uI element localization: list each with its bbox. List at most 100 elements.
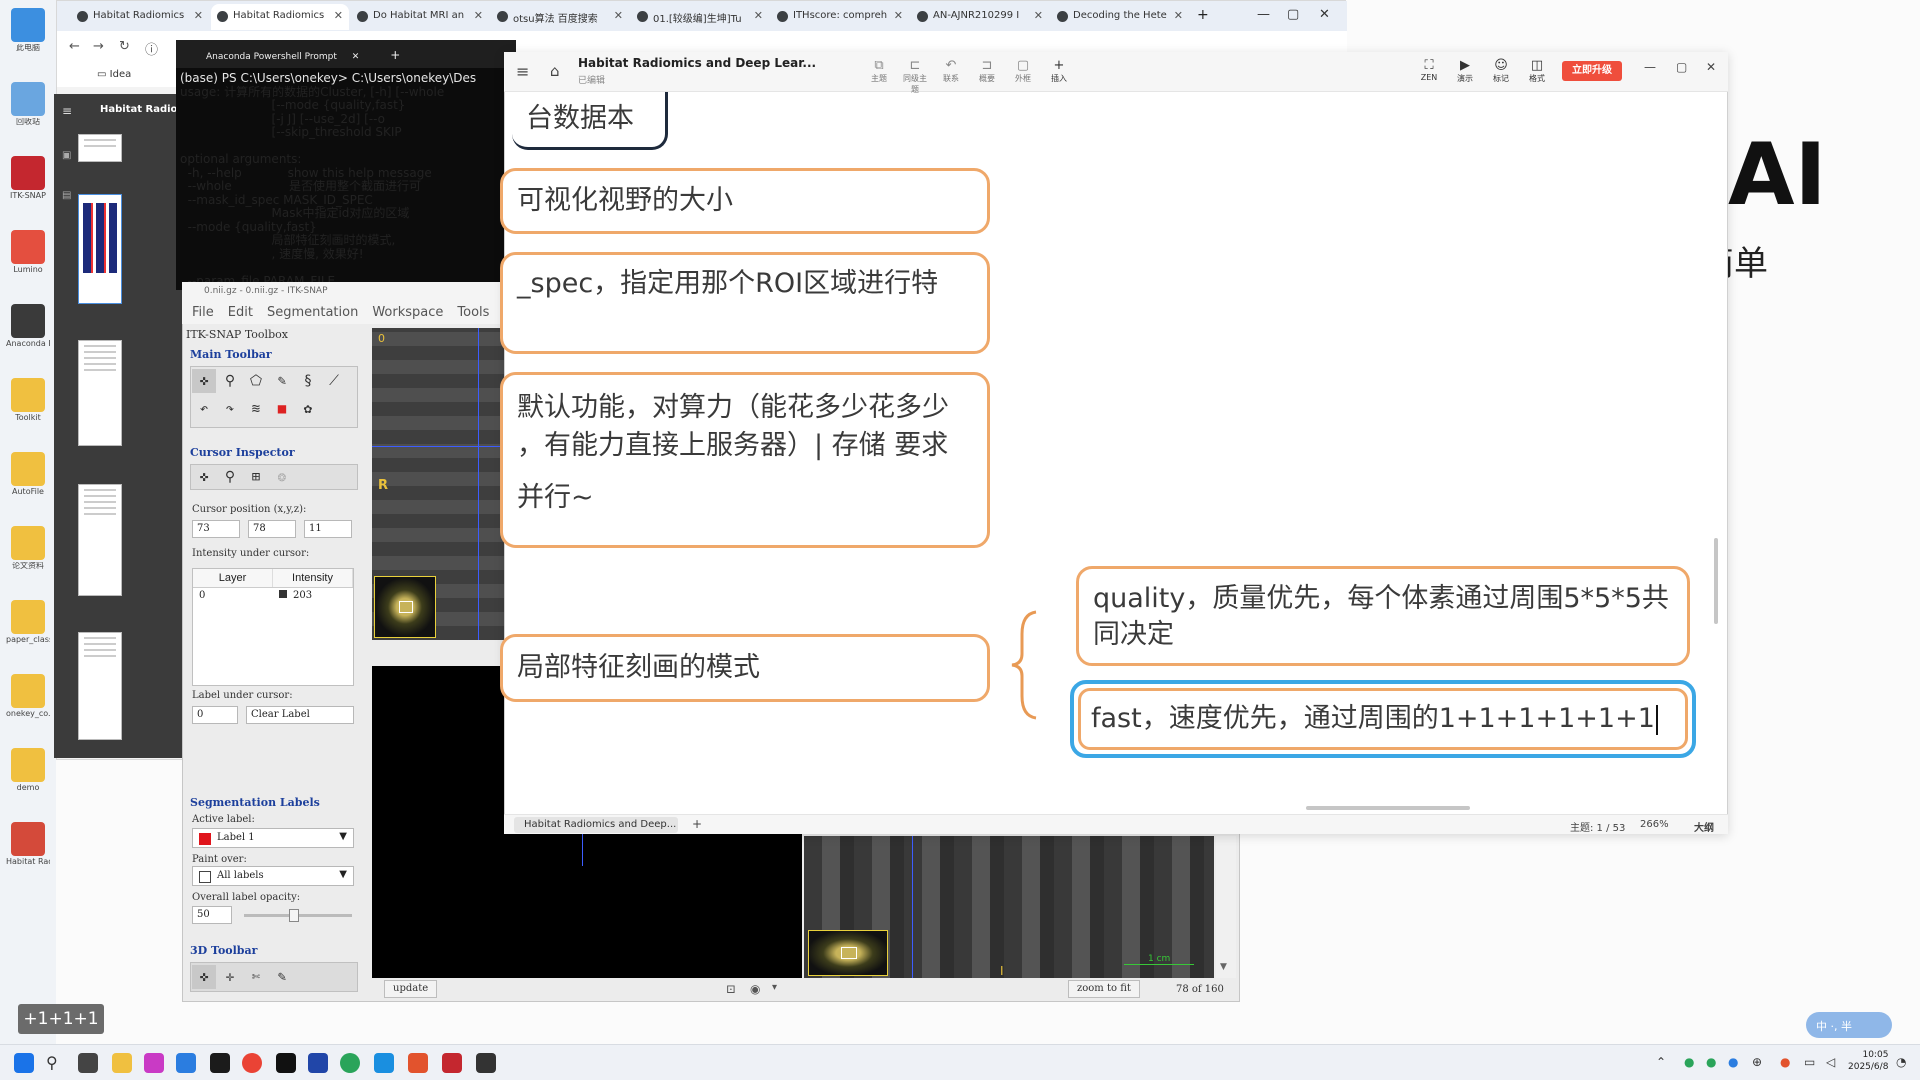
grid-icon[interactable]: ⊞ <box>244 467 268 487</box>
maximize-icon[interactable]: ▢ <box>1676 60 1687 74</box>
desktop-shortcut[interactable]: Anaconda Powersh... <box>6 304 50 349</box>
powershell-tab[interactable]: Anaconda Powershell Prompt ✕ + <box>176 40 516 68</box>
tray-icon[interactable]: ● <box>1684 1055 1694 1069</box>
browser-tab[interactable]: Habitat Radiomics ✕ <box>71 4 209 30</box>
tray-icon[interactable]: ⊕ <box>1752 1055 1762 1069</box>
home-icon[interactable]: ⌂ <box>550 62 560 80</box>
powershell-icon[interactable] <box>476 1053 496 1073</box>
page-thumbnail[interactable] <box>78 194 122 304</box>
close-tab-icon[interactable]: ✕ <box>334 9 343 22</box>
axial-view[interactable]: 0 R <box>372 328 504 640</box>
cursor-x-input[interactable]: 73 <box>192 520 240 538</box>
browser-tab[interactable]: ITHscore: compreh ✕ <box>771 4 909 30</box>
forward-icon[interactable]: → <box>93 39 104 54</box>
maximize-icon[interactable]: ▢ <box>1287 7 1299 22</box>
chrome-icon[interactable] <box>242 1053 262 1073</box>
menu-workspace[interactable]: Workspace <box>372 305 443 320</box>
close-tab-icon[interactable]: ✕ <box>194 9 203 22</box>
vertical-scrollbar[interactable]: ▼ <box>1216 836 1236 978</box>
topic-node[interactable]: 默认功能，对算力（能花多少花多少 ，有能力直接上服务器）| 存储 要求 并行~ <box>500 372 990 548</box>
opacity-slider-handle[interactable] <box>289 909 299 922</box>
browser-tab[interactable]: Habitat Radiomics ✕ <box>211 4 349 30</box>
mic-icon[interactable]: ● <box>1728 1055 1738 1069</box>
browser-tab[interactable]: Do Habitat MRI an ✕ <box>351 4 489 30</box>
table-row[interactable]: 0 203 <box>193 588 353 603</box>
tray-icon[interactable]: ● <box>1780 1055 1790 1069</box>
info-icon[interactable]: ❂ <box>270 467 294 487</box>
sagittal-view[interactable]: I 1 cm <box>804 836 1214 978</box>
volume-icon[interactable]: ◁ <box>1826 1055 1835 1069</box>
explorer-icon[interactable] <box>112 1053 132 1073</box>
topic-node[interactable]: 台数据本身 <box>512 92 668 150</box>
reload-icon[interactable]: ↻ <box>119 39 130 54</box>
menu-edit[interactable]: Edit <box>228 305 253 320</box>
outline-icon[interactable]: ▣ <box>62 150 71 161</box>
zoom-icon[interactable]: ⚲ <box>218 467 242 487</box>
desktop-shortcut[interactable]: Habitat Radiomics... <box>6 822 50 867</box>
zoom-level[interactable]: 266% <box>1640 819 1669 830</box>
topic-node[interactable]: 可视化视野的大小 <box>500 168 990 234</box>
desktop-shortcut[interactable]: Toolkit <box>6 378 50 423</box>
opacity-input[interactable]: 50 <box>192 906 232 924</box>
page-thumbnail[interactable] <box>78 134 122 162</box>
clock[interactable]: 10:05 2025/6/8 <box>1848 1049 1888 1073</box>
close-tab-icon[interactable]: ✕ <box>1034 9 1043 22</box>
menu-tools[interactable]: Tools <box>457 305 489 320</box>
topic-node-selected[interactable]: fast，速度优先，通过周围的1+1+1+1+1+1 <box>1070 680 1696 758</box>
app-icon[interactable] <box>340 1053 360 1073</box>
paintbrush-tool-icon[interactable]: ✎ <box>270 369 294 393</box>
minimize-icon[interactable]: — <box>1644 60 1656 74</box>
desktop-shortcut[interactable]: AutoFile <box>6 452 50 497</box>
close-tab-icon[interactable]: ✕ <box>352 52 360 62</box>
toolbar-right-3-button[interactable]: ☺ 标记 <box>1486 58 1516 84</box>
browser-tab[interactable]: otsu算法 百度搜索 ✕ <box>491 4 629 30</box>
palette-icon[interactable]: ✿ <box>296 397 320 421</box>
menu-segmentation[interactable]: Segmentation <box>267 305 358 320</box>
back-icon[interactable]: ← <box>69 39 80 54</box>
redo-icon[interactable]: ↷ <box>218 397 242 421</box>
close-icon[interactable]: ✕ <box>1319 7 1330 22</box>
crosshair-tool-icon[interactable]: ✜ <box>192 369 216 393</box>
network-icon[interactable]: ▭ <box>1804 1055 1815 1069</box>
chevron-up-icon[interactable]: ⌃ <box>1656 1055 1666 1069</box>
active-label-select[interactable]: Label 1 ▼ <box>192 828 354 848</box>
browser-tab[interactable]: AN-AJNR210299 I ✕ <box>911 4 1049 30</box>
menu-file[interactable]: File <box>192 305 214 320</box>
page-thumbnail[interactable] <box>78 484 122 596</box>
site-info-icon[interactable]: ⓘ <box>145 39 158 58</box>
topic-node[interactable]: _spec，指定用那个ROI区域进行特 <box>500 252 990 354</box>
app-icon[interactable] <box>374 1053 394 1073</box>
close-tab-icon[interactable]: ✕ <box>754 9 763 22</box>
minimize-icon[interactable]: — <box>1257 7 1270 22</box>
start-icon[interactable] <box>14 1053 34 1073</box>
outline-button[interactable]: 大纲 <box>1694 819 1714 834</box>
thumbnail-view[interactable] <box>374 576 436 638</box>
polygon-tool-icon[interactable]: ⬠ <box>244 369 268 393</box>
pages-icon[interactable]: ▤ <box>62 190 71 201</box>
menu-icon[interactable]: ≡ <box>516 62 529 81</box>
layers-icon[interactable]: ≋ <box>244 397 268 421</box>
toolbar-3-button[interactable]: ↶ 联系 <box>936 58 966 84</box>
cursor-icon[interactable]: ✜ <box>192 467 216 487</box>
topic-text[interactable]: fast，速度优先，通过周围的1+1+1+1+1+1 <box>1091 703 1655 734</box>
opacity-slider[interactable] <box>244 909 352 922</box>
task-view-icon[interactable] <box>78 1053 98 1073</box>
toolbar-right-1-button[interactable]: ⛶ ZEN <box>1414 58 1444 82</box>
desktop-shortcut[interactable]: 论文资料 <box>6 526 50 571</box>
bookmark-idea[interactable]: Idea <box>110 69 132 80</box>
desktop-shortcut[interactable]: 此电脑 <box>6 8 50 53</box>
close-icon[interactable]: ✕ <box>1706 60 1716 74</box>
upgrade-button[interactable]: 立即升级 <box>1562 61 1622 81</box>
scalpel-icon[interactable]: ✄ <box>244 965 268 989</box>
camera-icon[interactable]: ◉ <box>750 982 760 996</box>
xmind-icon[interactable] <box>408 1053 428 1073</box>
vertical-scrollbar[interactable] <box>1714 538 1718 624</box>
toolbar-right-2-button[interactable]: ▶ 演示 <box>1450 58 1480 84</box>
horizontal-scrollbar[interactable] <box>1306 806 1470 810</box>
snake-tool-icon[interactable]: § <box>296 369 320 393</box>
close-tab-icon[interactable]: ✕ <box>474 9 483 22</box>
toolbar-5-button[interactable]: ▢ 外框 <box>1008 58 1038 84</box>
annotation-tool-icon[interactable]: ⟋ <box>322 369 346 393</box>
desktop-shortcut[interactable]: 回收站 <box>6 82 50 127</box>
paint-over-select[interactable]: All labels ▼ <box>192 866 354 886</box>
